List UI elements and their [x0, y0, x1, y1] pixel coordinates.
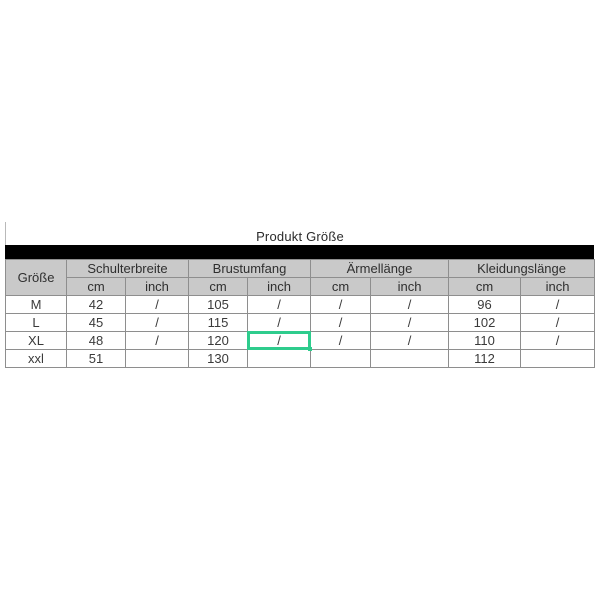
row-size-label: XL [5, 331, 67, 350]
row-cell[interactable]: 130 [188, 349, 248, 368]
row-cell[interactable]: 110 [448, 331, 522, 350]
row-cell[interactable]: 42 [66, 295, 126, 314]
row-cell[interactable] [370, 349, 450, 368]
row-cell[interactable]: 112 [448, 349, 522, 368]
chart-title-band: Produkt Größe [5, 222, 594, 245]
header-group-chest: Brustumfang [187, 259, 312, 278]
row-cell[interactable]: / [370, 295, 450, 314]
row-cell[interactable]: 115 [188, 313, 248, 332]
row-cell[interactable]: / [520, 331, 596, 350]
row-cell[interactable] [125, 349, 189, 368]
screenshot-canvas: Produkt Größe Größe Schulterbreite Brust… [0, 0, 600, 600]
row-cell[interactable]: 51 [66, 349, 126, 368]
header-unit-0: cm [66, 277, 126, 296]
row-cell[interactable]: / [125, 295, 189, 314]
chart-title: Produkt Größe [256, 229, 344, 244]
product-size-chart: Produkt Größe Größe Schulterbreite Brust… [5, 222, 596, 368]
row-size-label: M [5, 295, 67, 314]
table-header-groups: Größe Schulterbreite Brustumfang Ärmellä… [5, 259, 596, 296]
row-cell[interactable]: 105 [188, 295, 248, 314]
row-cell[interactable]: / [246, 313, 312, 332]
row-cell[interactable]: / [370, 313, 450, 332]
row-cell[interactable]: 48 [66, 331, 126, 350]
selection-fill-handle[interactable] [308, 347, 313, 351]
row-cell[interactable]: 120 [188, 331, 248, 350]
chart-black-divider [5, 245, 594, 259]
row-size-label: xxl [5, 349, 67, 368]
table-row: xxl 51 130 112 [5, 349, 596, 368]
row-cell[interactable]: / [310, 295, 372, 314]
selected-cell-value: / [277, 333, 281, 348]
row-cell[interactable]: 96 [448, 295, 522, 314]
header-unit-2: cm [188, 277, 248, 296]
row-cell[interactable]: / [370, 331, 450, 350]
table-row: XL 48 / 120 / / / 110 / [5, 331, 596, 351]
row-cell[interactable]: / [310, 331, 372, 350]
header-group-shoulder: Schulterbreite [66, 259, 189, 278]
table-row: L 45 / 115 / / / 102 / [5, 313, 596, 332]
row-size-label: L [5, 313, 67, 332]
header-unit-4: cm [310, 277, 372, 296]
row-cell[interactable]: / [310, 313, 372, 332]
row-cell[interactable] [246, 349, 312, 368]
row-cell[interactable]: / [246, 295, 312, 314]
row-cell[interactable]: / [520, 313, 596, 332]
row-cell[interactable]: / [520, 295, 596, 314]
header-size: Größe [5, 259, 67, 296]
header-unit-1: inch [125, 277, 189, 296]
header-group-length: Kleidungslänge [448, 259, 596, 278]
row-cell[interactable]: 102 [448, 313, 522, 332]
size-table: Größe Schulterbreite Brustumfang Ärmellä… [5, 259, 596, 368]
selected-cell[interactable]: / [246, 331, 313, 351]
header-unit-7: inch [520, 277, 596, 296]
row-cell[interactable]: 45 [66, 313, 126, 332]
row-cell[interactable]: / [125, 331, 189, 350]
header-unit-3: inch [246, 277, 312, 296]
header-unit-5: inch [370, 277, 450, 296]
header-group-sleeve: Ärmellänge [310, 259, 450, 278]
row-cell[interactable] [310, 349, 372, 368]
table-row: M 42 / 105 / / / 96 / [5, 295, 596, 314]
row-cell[interactable]: / [125, 313, 189, 332]
table-header-units: cm inch cm inch cm inch cm inch [6, 277, 596, 296]
row-cell[interactable] [520, 349, 596, 368]
header-unit-6: cm [448, 277, 522, 296]
